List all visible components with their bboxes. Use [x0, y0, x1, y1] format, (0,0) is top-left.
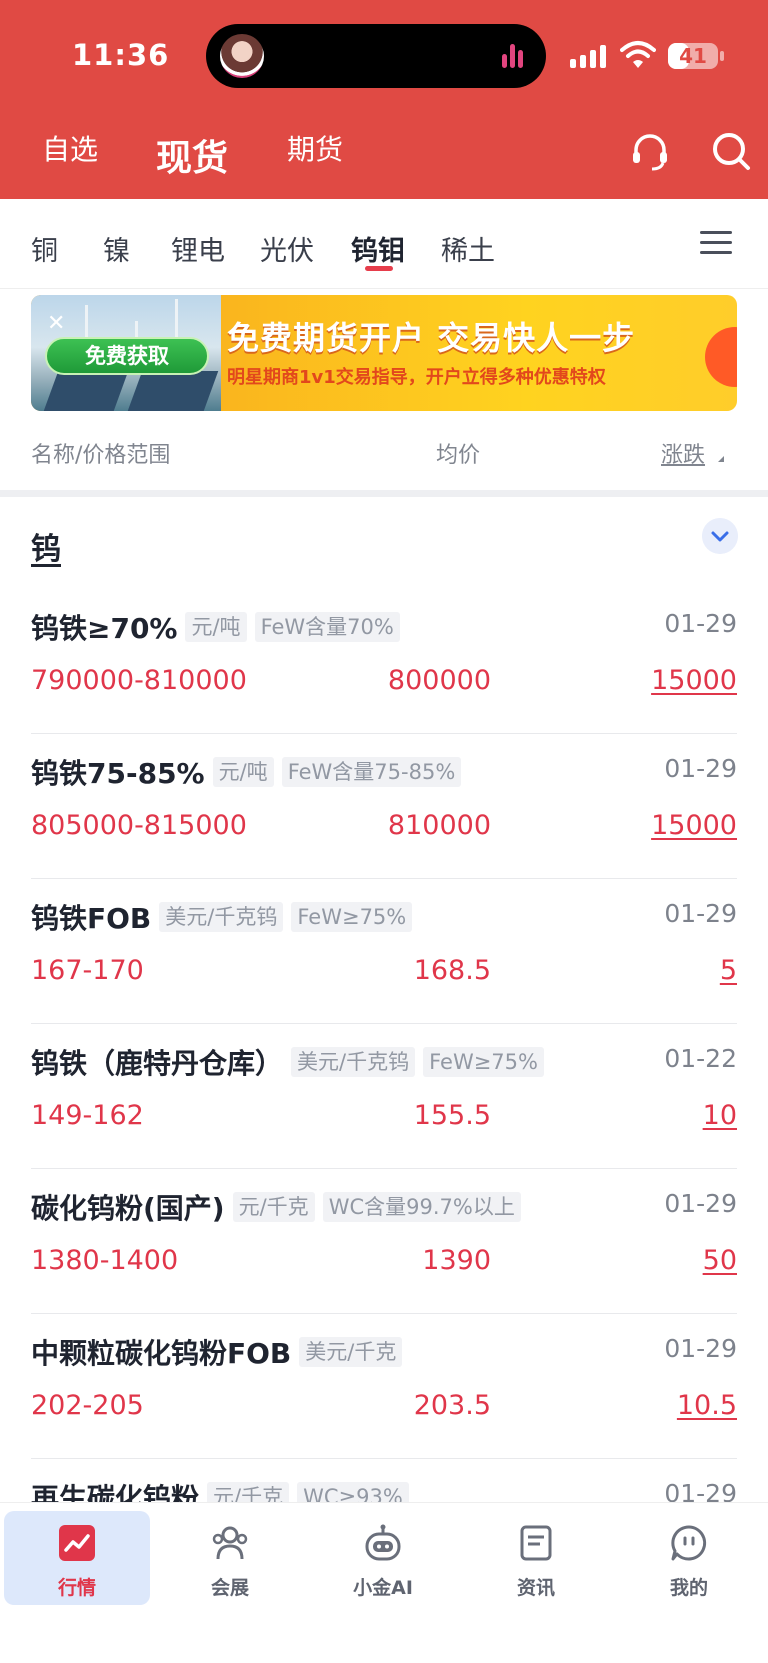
item-name: 钨铁≥70% — [31, 612, 178, 645]
category-tab-rare-earth[interactable]: 稀土 — [441, 229, 495, 268]
item-name: 碳化钨粉(国产) — [31, 1192, 225, 1225]
nav-news-label: 资讯 — [516, 1577, 555, 1599]
item-name: 钨铁75-85% — [31, 757, 205, 790]
unit-tag: 美元/千克钨 — [159, 902, 284, 932]
item-date: 01-29 — [664, 899, 737, 928]
list-item[interactable]: 钨铁≥70% 元/吨 FeW含量70% 01-29 790000-810000 80… — [31, 589, 737, 734]
item-date: 01-29 — [664, 754, 737, 783]
spec-tag: FeW≥75% — [291, 902, 413, 932]
audio-bars-icon — [502, 44, 526, 68]
app-header: 11:36 41 自选 现货 期货 — [0, 0, 768, 199]
list-item[interactable]: 中颗粒碳化钨粉FOB 美元/千克 01-29 202-205 203.5 10.5 — [31, 1314, 737, 1459]
list-item[interactable]: 钨铁75-85% 元/吨 FeW含量75-85% 01-29 805000-8150… — [31, 734, 737, 879]
search-icon[interactable] — [710, 130, 754, 174]
average-price: 800000 — [387, 665, 491, 696]
menu-icon[interactable] — [700, 229, 732, 257]
column-header-change-sort[interactable]: 涨跌 — [661, 437, 705, 469]
people-icon — [212, 1526, 248, 1560]
unit-tag: 元/吨 — [185, 612, 247, 642]
price-change[interactable]: 15000 — [651, 810, 737, 841]
spec-tag: WC含量99.7%以上 — [322, 1192, 521, 1222]
tab-spot[interactable]: 现货 — [156, 129, 228, 181]
spec-tag: FeW含量75-85% — [281, 757, 462, 787]
banner-subtitle: 明星期商1v1交易指导，开户立得多种优惠特权 — [227, 367, 606, 388]
wifi-icon — [620, 41, 656, 68]
category-tab-copper[interactable]: 铜 — [31, 229, 58, 268]
news-icon — [520, 1525, 552, 1561]
item-name: 钨铁FOB — [31, 902, 152, 935]
average-price: 155.5 — [413, 1100, 491, 1131]
nav-market-label: 行情 — [57, 1577, 96, 1599]
price-change[interactable]: 15000 — [651, 665, 737, 696]
close-icon[interactable]: ✕ — [47, 311, 65, 336]
column-header-name: 名称/价格范围 — [31, 443, 171, 468]
category-tab-lithium[interactable]: 锂电 — [171, 229, 225, 268]
category-tab-nickel[interactable]: 镍 — [103, 229, 130, 268]
list-item[interactable]: 钨铁（鹿特丹仓库） 美元/千克钨 FeW≥75% 01-22 149-162 155… — [31, 1024, 737, 1169]
section-title: 钨 — [31, 532, 61, 567]
battery-icon: 41 — [668, 43, 718, 69]
price-range: 167-170 — [31, 955, 144, 986]
average-price: 168.5 — [413, 955, 491, 986]
cellular-signal-icon — [570, 44, 610, 68]
live-avatar-icon[interactable] — [220, 34, 264, 78]
item-date: 01-29 — [664, 1189, 737, 1218]
tab-watchlist[interactable]: 自选 — [42, 128, 98, 168]
banner-cta-button[interactable]: 免费获取 — [45, 337, 209, 375]
nav-market[interactable]: 行情 — [4, 1511, 150, 1605]
banner-title: 免费期货开户 交易快人一步 — [227, 319, 636, 357]
list-item[interactable]: 钨铁FOB 美元/千克钨 FeW≥75% 01-29 167-170 168.5 5 — [31, 879, 737, 1024]
nav-profile-label: 我的 — [669, 1577, 708, 1599]
chevron-down-icon[interactable] — [702, 518, 738, 554]
unit-tag: 美元/千克钨 — [291, 1047, 416, 1077]
spec-tag: FeW≥75% — [423, 1047, 544, 1077]
tab-futures[interactable]: 期货 — [287, 128, 343, 168]
price-range: 202-205 — [31, 1390, 144, 1421]
price-change[interactable]: 5 — [720, 955, 737, 986]
item-name: 中颗粒碳化钨粉FOB — [31, 1337, 292, 1370]
nav-exhibitions[interactable]: 会展 — [157, 1511, 303, 1605]
nav-profile[interactable]: 我的 — [616, 1511, 762, 1605]
promo-banner[interactable]: ✕ 免费获取 免费期货开户 交易快人一步 明星期商1v1交易指导，开户立得多种优… — [31, 295, 737, 411]
category-tab-photovoltaic[interactable]: 光伏 — [260, 229, 314, 268]
price-range: 149-162 — [31, 1100, 144, 1131]
robot-icon — [365, 1524, 401, 1561]
price-change[interactable]: 10 — [703, 1100, 737, 1131]
unit-tag: 美元/千克 — [299, 1337, 403, 1367]
status-time: 11:36 — [72, 38, 170, 72]
unit-tag: 元/千克 — [232, 1192, 315, 1222]
average-price: 203.5 — [413, 1390, 491, 1421]
customer-service-icon[interactable] — [628, 130, 672, 174]
nav-news[interactable]: 资讯 — [463, 1511, 609, 1605]
profile-icon — [671, 1525, 707, 1561]
price-range: 1380-1400 — [31, 1245, 179, 1276]
price-range: 805000-815000 — [31, 810, 247, 841]
price-change[interactable]: 50 — [703, 1245, 737, 1276]
category-tabs: 铜 镍 锂电 光伏 钨钼 稀土 — [0, 199, 768, 289]
average-price: 810000 — [387, 810, 491, 841]
average-price: 1390 — [422, 1245, 491, 1276]
chart-trend-icon — [59, 1525, 95, 1561]
battery-level: 41 — [679, 44, 707, 68]
item-date: 01-22 — [664, 1044, 737, 1073]
category-tab-tungsten-molybdenum[interactable]: 钨钼 — [351, 229, 405, 268]
nav-exhibitions-label: 会展 — [210, 1577, 249, 1599]
nav-ai[interactable]: 小金AI — [310, 1511, 456, 1605]
column-header-avg: 均价 — [436, 443, 481, 468]
nav-ai-label: 小金AI — [353, 1577, 413, 1599]
unit-tag: 元/吨 — [212, 757, 274, 787]
sort-arrow-icon — [718, 456, 724, 462]
bottom-navigation: 行情 会展 小金AI 资讯 我的 — [0, 1502, 768, 1663]
price-change[interactable]: 10.5 — [677, 1390, 737, 1421]
spec-tag: FeW含量70% — [254, 612, 400, 642]
active-tab-indicator — [365, 266, 393, 271]
price-range: 790000-810000 — [31, 665, 247, 696]
item-date: 01-29 — [664, 609, 737, 638]
item-date: 01-29 — [664, 1334, 737, 1363]
item-name: 钨铁（鹿特丹仓库） — [31, 1047, 284, 1080]
dynamic-island — [206, 24, 546, 88]
list-item[interactable]: 碳化钨粉(国产) 元/千克 WC含量99.7%以上 01-29 1380-1400 … — [31, 1169, 737, 1314]
